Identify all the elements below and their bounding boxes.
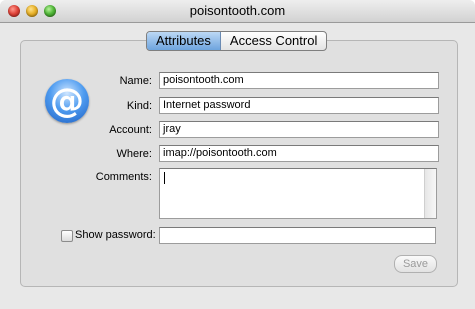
comments-textarea[interactable] (159, 168, 437, 219)
tab-attributes[interactable]: Attributes (147, 32, 221, 50)
title-bar[interactable]: poisontooth.com (0, 0, 475, 23)
kind-field[interactable]: Internet password (159, 97, 439, 114)
account-label: Account: (109, 124, 152, 136)
save-button[interactable]: Save (394, 255, 437, 273)
show-password-checkbox[interactable] (61, 230, 73, 242)
window-title: poisontooth.com (189, 3, 286, 18)
show-password-label[interactable]: Show password: (75, 229, 156, 241)
password-field[interactable] (159, 227, 436, 244)
kind-label: Kind: (126, 100, 152, 112)
keychain-item-window: poisontooth.com Attributes Access Contro… (0, 0, 475, 309)
name-field[interactable]: poisontooth.com (159, 72, 439, 89)
tab-bar: Attributes Access Control (146, 31, 328, 51)
comments-scrollbar[interactable] (424, 169, 436, 218)
where-label: Where: (116, 148, 152, 160)
comments-label: Comments: (95, 171, 152, 183)
name-label: Name: (119, 75, 152, 87)
where-field[interactable]: imap://poisontooth.com (159, 145, 439, 162)
tab-access-control[interactable]: Access Control (221, 32, 326, 50)
account-field[interactable]: jray (159, 121, 439, 138)
text-caret (164, 172, 165, 184)
